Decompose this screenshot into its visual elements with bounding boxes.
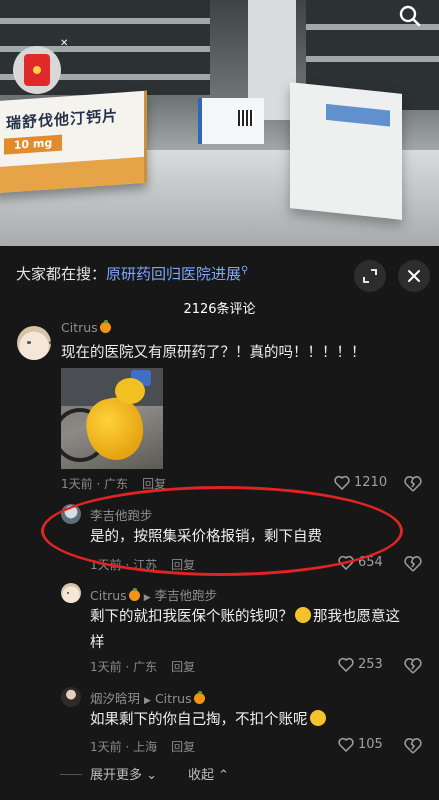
divider <box>60 774 82 775</box>
comment-username[interactable]: Citrus ▶ 李吉他跑步 <box>90 585 217 604</box>
medicine-box <box>290 82 402 220</box>
comment-username[interactable]: 烟汐晗玥 ▶ Citrus <box>90 688 205 707</box>
comment-text-part: 剩下的就扣我医保个账的钱呗？ <box>90 609 293 625</box>
username-text: 烟汐晗玥 <box>90 691 141 706</box>
avatar[interactable] <box>17 326 51 360</box>
reply-to-username[interactable]: Citrus <box>155 691 192 706</box>
comment-text-part: 样 <box>90 635 105 651</box>
comment-meta: 1天前 · 广东 回复 <box>90 660 196 674</box>
expand-more-label: 展开更多 <box>90 768 143 783</box>
orange-emoji-icon <box>193 691 205 704</box>
reply-arrow-icon: ▶ <box>144 696 151 706</box>
chevron-up-icon: ⌃ <box>218 768 230 783</box>
shelf-row <box>306 56 439 62</box>
heart-icon <box>338 657 354 672</box>
avatar[interactable] <box>61 583 81 603</box>
comment-time: 1天前 <box>90 660 122 674</box>
like-count: 1210 <box>354 475 388 490</box>
sweat-smile-emoji-icon <box>295 607 311 623</box>
collapse-label: 收起 <box>188 768 215 783</box>
medicine-box-tag <box>326 103 390 127</box>
comment-count: 2126条评论 <box>183 302 256 317</box>
comment-location: 广东 <box>104 477 129 491</box>
medicine-box: 瑞舒伐他汀钙片 10 mg <box>0 90 147 194</box>
image-yellow-toy-head <box>115 378 145 404</box>
comment-time: 1天前 <box>90 740 122 754</box>
broken-heart-icon[interactable] <box>404 475 422 493</box>
orange-emoji-icon <box>128 588 140 601</box>
comment-text: 剩下的就扣我医保个账的钱呗？ 那我也愿意这 样 <box>90 604 425 656</box>
expand-more-button[interactable]: 展开更多 ⌄ <box>90 764 157 783</box>
like-count: 105 <box>358 737 383 752</box>
reply-button[interactable]: 回复 <box>171 740 195 754</box>
medicine-box-label: 瑞舒伐他汀钙片 <box>6 106 119 133</box>
shelf-row <box>0 18 210 24</box>
expand-icon <box>363 269 377 283</box>
comment-username[interactable]: Citrus <box>61 320 111 335</box>
qr-code <box>238 110 254 126</box>
like-count: 253 <box>358 657 383 672</box>
medicine-box-dose: 10 mg <box>4 134 62 155</box>
comment-text-part: 那我也愿意这 <box>313 609 400 625</box>
search-icon: ⚲ <box>241 265 249 276</box>
like-button[interactable]: 105 <box>338 737 383 752</box>
comment-text: 如果剩下的你自己掏，不扣个账呢 <box>90 707 328 733</box>
highlight-circle <box>41 486 403 576</box>
hot-search-prefix: 大家都在搜： <box>16 265 107 283</box>
laughing-emoji-icon <box>309 710 326 726</box>
medicine-box <box>198 98 264 144</box>
comment-location: 广东 <box>133 660 158 674</box>
comment-panel: 大家都在搜：原研药回归医院进展⚲ 2126条评论 Citrus 现在的医院又有原… <box>0 246 439 800</box>
comment-meta: 1天前 · 上海 回复 <box>90 740 196 754</box>
close-button[interactable] <box>398 260 430 292</box>
chevron-down-icon: ⌄ <box>146 768 158 783</box>
close-icon[interactable]: ✕ <box>60 38 68 49</box>
fullscreen-button[interactable] <box>354 260 386 292</box>
broken-heart-icon[interactable] <box>404 657 422 675</box>
comment-text-part: 如果剩下的你自己掏，不扣个账呢 <box>90 712 308 728</box>
hot-search-bar: 大家都在搜：原研药回归医院进展⚲ <box>16 263 248 284</box>
comment-image[interactable] <box>61 368 163 469</box>
username-text: Citrus <box>61 320 98 335</box>
red-packet-icon <box>24 54 50 86</box>
hot-search-link[interactable]: 原研药回归医院进展 <box>106 265 241 283</box>
broken-heart-icon[interactable] <box>404 737 422 755</box>
username-text: Citrus <box>90 588 127 603</box>
video-player[interactable]: 瑞舒伐他汀钙片 10 mg ✕ <box>0 0 439 246</box>
avatar[interactable] <box>61 687 81 707</box>
comment-text: 现在的医院又有原研药了？！真的吗！！！！！ <box>61 345 366 361</box>
collapse-button[interactable]: 收起 ⌃ <box>188 764 229 783</box>
comment-time: 1天前 <box>61 477 93 491</box>
like-button[interactable]: 253 <box>338 657 383 672</box>
heart-icon <box>334 475 350 490</box>
search-icon[interactable] <box>398 4 422 28</box>
like-button[interactable]: 1210 <box>334 475 387 490</box>
comment-location: 上海 <box>133 740 158 754</box>
reply-button[interactable]: 回复 <box>171 660 195 674</box>
reply-to-username[interactable]: 李吉他跑步 <box>155 588 218 603</box>
broken-heart-icon[interactable] <box>404 555 422 573</box>
reply-arrow-icon: ▶ <box>143 593 151 603</box>
red-packet-button[interactable] <box>13 46 61 94</box>
heart-icon <box>338 737 354 752</box>
orange-emoji-icon <box>99 320 111 333</box>
close-icon <box>408 270 420 282</box>
